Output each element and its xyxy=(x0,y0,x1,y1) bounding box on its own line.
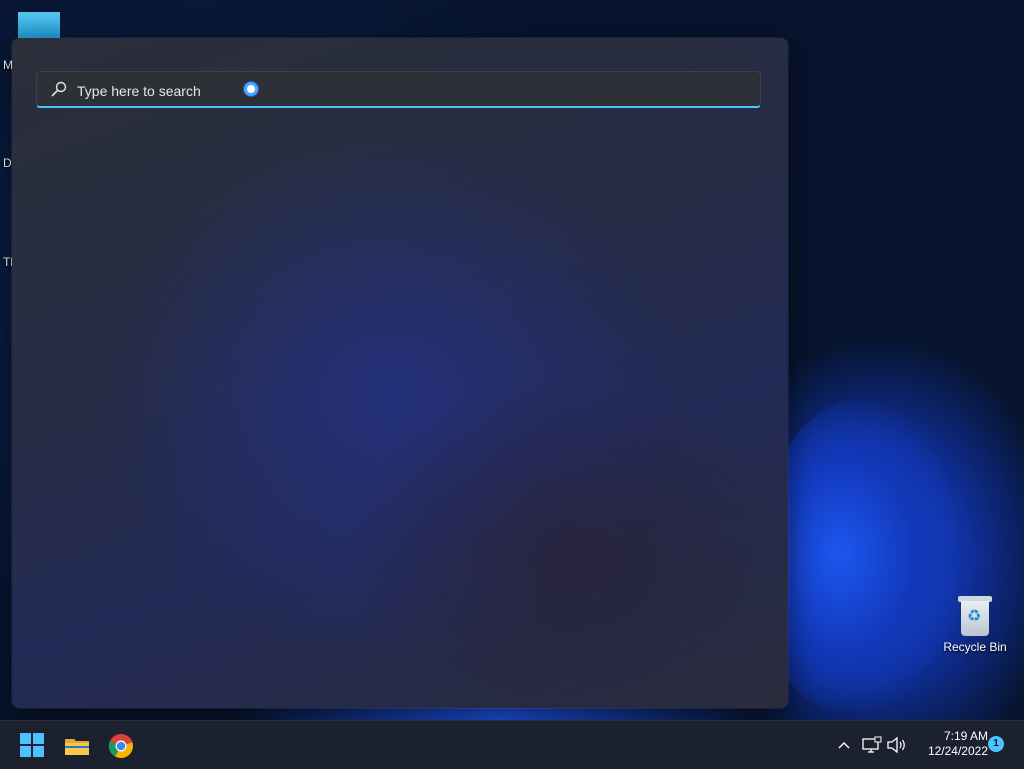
desktop-icon-top[interactable] xyxy=(18,12,60,38)
clock[interactable]: 7:19 AM 12/24/2022 xyxy=(912,729,988,759)
chrome-icon[interactable] xyxy=(108,733,134,759)
start-button[interactable] xyxy=(20,733,46,759)
clock-date: 12/24/2022 xyxy=(927,744,988,758)
clock-time: 7:19 AM xyxy=(943,729,988,743)
chevron-up-icon[interactable] xyxy=(836,737,852,753)
search-panel: Type here to search xyxy=(12,38,788,708)
recycle-bin-label: Recycle Bin xyxy=(943,640,1007,654)
notification-badge[interactable]: 1 xyxy=(988,736,1004,752)
search-icon xyxy=(51,81,67,97)
volume-icon[interactable] xyxy=(886,736,908,754)
wallpaper-bloom xyxy=(760,400,960,710)
recycle-bin-icon: ♻ xyxy=(958,596,992,636)
recycle-bin[interactable]: ♻ Recycle Bin xyxy=(940,596,1010,654)
desktop-icon-label-2[interactable]: D xyxy=(3,156,12,170)
search-placeholder: Type here to search xyxy=(77,83,201,99)
taskbar: 7:19 AM 12/24/2022 1 xyxy=(0,720,1024,769)
network-icon[interactable] xyxy=(862,736,882,754)
search-input[interactable]: Type here to search xyxy=(36,71,761,108)
folder-icon[interactable] xyxy=(64,733,90,759)
cortana-icon xyxy=(244,82,258,96)
